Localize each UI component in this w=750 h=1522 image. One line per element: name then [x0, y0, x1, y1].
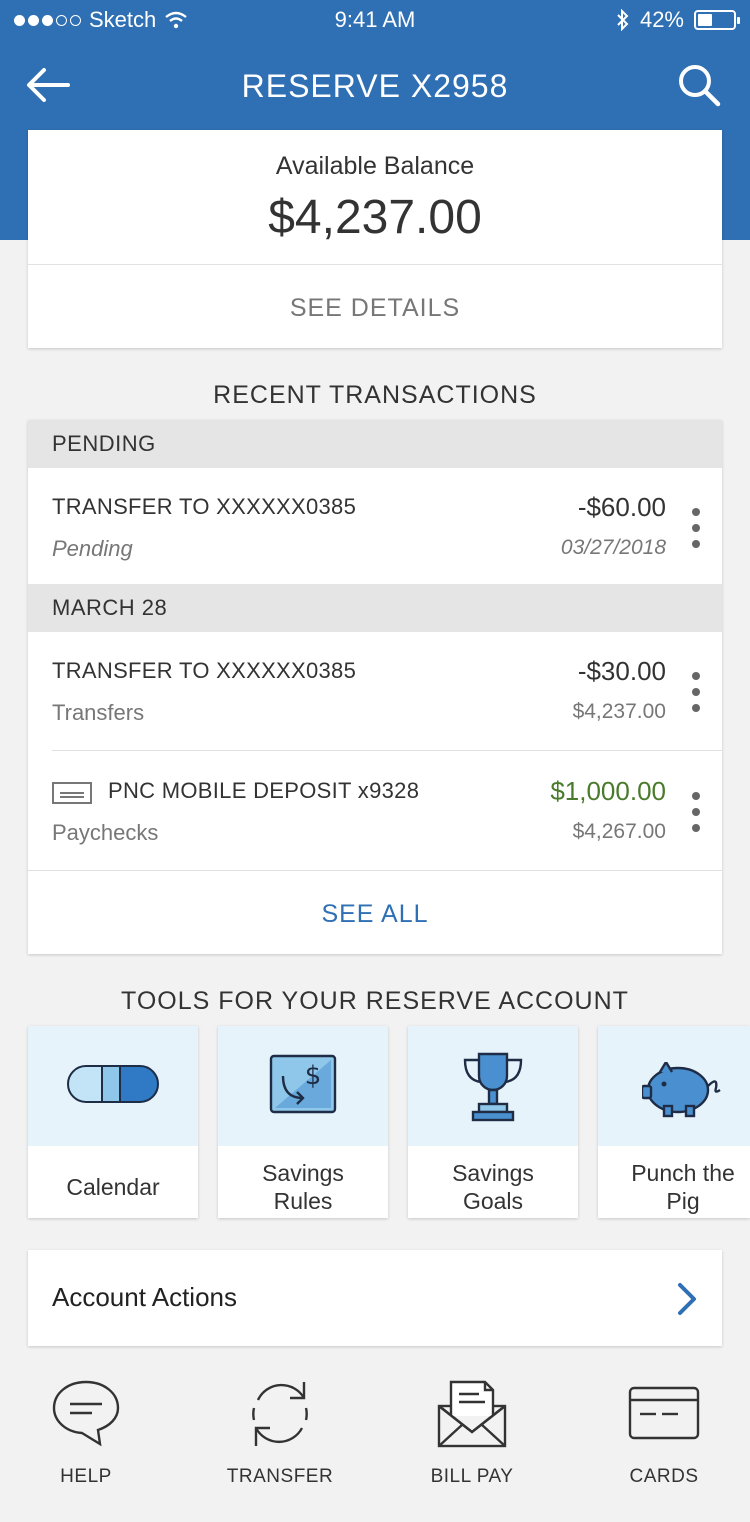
tab-label: TRANSFER	[226, 1466, 334, 1487]
tool-icon-area	[408, 1026, 578, 1146]
tab-label: HELP	[60, 1466, 112, 1487]
transaction-category: Paychecks	[52, 820, 159, 845]
group-header-pending: PENDING	[28, 420, 722, 468]
tool-savings-rules[interactable]: $ Savings Rules	[218, 1026, 388, 1218]
transaction-amount: -$60.00	[577, 492, 666, 522]
tab-label: CARDS	[629, 1466, 699, 1487]
status-right: 42%	[616, 7, 740, 33]
tool-punch-the-pig[interactable]: Punch the Pig	[598, 1026, 750, 1218]
bottom-tab-bar: HELP TRANSFER BILL PAY CARDS	[0, 1370, 750, 1522]
tools-title: TOOLS FOR YOUR RESERVE ACCOUNT	[121, 987, 629, 1015]
balance-label: Available Balance	[275, 152, 475, 180]
transaction-category: Transfers	[52, 700, 145, 725]
transaction-date: 03/27/2018	[560, 536, 666, 559]
check-deposit-icon	[52, 782, 92, 804]
transactions-card: PENDING TRANSFER TO XXXXXX0385 Pending -…	[28, 420, 722, 954]
divider	[28, 264, 722, 265]
tool-label: Punch the Pig	[631, 1160, 735, 1214]
savings-rules-icon: $	[269, 1054, 337, 1114]
tool-savings-goals[interactable]: Savings Goals	[408, 1026, 578, 1218]
status-bar: Sketch 9:41 AM 42%	[0, 0, 750, 40]
transaction-name: PNC MOBILE DEPOSIT x9328	[108, 778, 420, 803]
battery-icon	[694, 10, 740, 30]
more-options-icon[interactable]	[692, 672, 700, 712]
see-all-button[interactable]: SEE ALL	[28, 900, 722, 929]
transfer-arrows-icon	[252, 1382, 308, 1446]
transaction-name: TRANSFER TO XXXXXX0385	[52, 494, 357, 519]
chevron-right-icon	[678, 1283, 696, 1315]
piggy-bank-icon	[642, 1062, 721, 1118]
svg-text:$: $	[305, 1061, 322, 1091]
tool-label: Savings Goals	[452, 1160, 534, 1214]
tool-label: Calendar	[66, 1174, 160, 1200]
transaction-row[interactable]: TRANSFER TO XXXXXX0385 Transfers -$30.00…	[28, 632, 722, 750]
divider	[52, 750, 722, 751]
see-details-button[interactable]: SEE DETAILS	[28, 294, 722, 323]
tab-transfer[interactable]: TRANSFER	[210, 1370, 350, 1500]
transaction-amount: -$30.00	[577, 656, 666, 686]
transaction-name: TRANSFER TO XXXXXX0385	[52, 658, 357, 683]
transaction-running-balance: $4,267.00	[572, 820, 666, 843]
balance-amount: $4,237.00	[268, 191, 482, 244]
transaction-row[interactable]: PNC MOBILE DEPOSIT x9328 Paychecks $1,00…	[28, 752, 722, 870]
transaction-category: Pending	[52, 536, 133, 561]
tab-cards[interactable]: CARDS	[594, 1370, 734, 1500]
more-options-icon[interactable]	[692, 792, 700, 832]
recent-transactions-title: RECENT TRANSACTIONS	[213, 381, 537, 409]
balance-card: Available Balance $4,237.00 SEE DETAILS	[28, 130, 722, 348]
page-title: RESERVE X2958	[241, 68, 509, 104]
envelope-bill-icon	[437, 1380, 507, 1448]
tool-icon-area	[28, 1026, 198, 1146]
calendar-pill-icon	[67, 1065, 159, 1103]
card-icon	[628, 1386, 700, 1440]
nav-bar: RESERVE X2958	[0, 40, 750, 130]
account-actions-label: Account Actions	[52, 1282, 237, 1312]
tab-bill-pay[interactable]: BILL PAY	[402, 1370, 542, 1500]
battery-level	[698, 14, 712, 26]
tool-label: Savings Rules	[262, 1160, 344, 1214]
account-actions-row[interactable]: Account Actions	[28, 1250, 722, 1346]
tool-calendar[interactable]: Calendar	[28, 1026, 198, 1218]
chat-bubble-icon	[52, 1380, 120, 1447]
group-header-march-28: MARCH 28	[28, 584, 722, 632]
transaction-row[interactable]: TRANSFER TO XXXXXX0385 Pending -$60.00 0…	[28, 468, 722, 586]
more-options-icon[interactable]	[692, 508, 700, 548]
bluetooth-icon	[617, 9, 629, 31]
battery-percent: 42%	[639, 7, 684, 32]
tool-icon-area: $	[218, 1026, 388, 1146]
tab-help[interactable]: HELP	[16, 1370, 156, 1500]
transaction-amount: $1,000.00	[550, 776, 666, 806]
trophy-icon	[463, 1052, 523, 1122]
transaction-running-balance: $4,237.00	[572, 700, 666, 723]
tool-icon-area	[598, 1026, 750, 1146]
tab-label: BILL PAY	[430, 1466, 514, 1487]
divider	[28, 870, 722, 871]
search-icon[interactable]	[676, 62, 722, 108]
